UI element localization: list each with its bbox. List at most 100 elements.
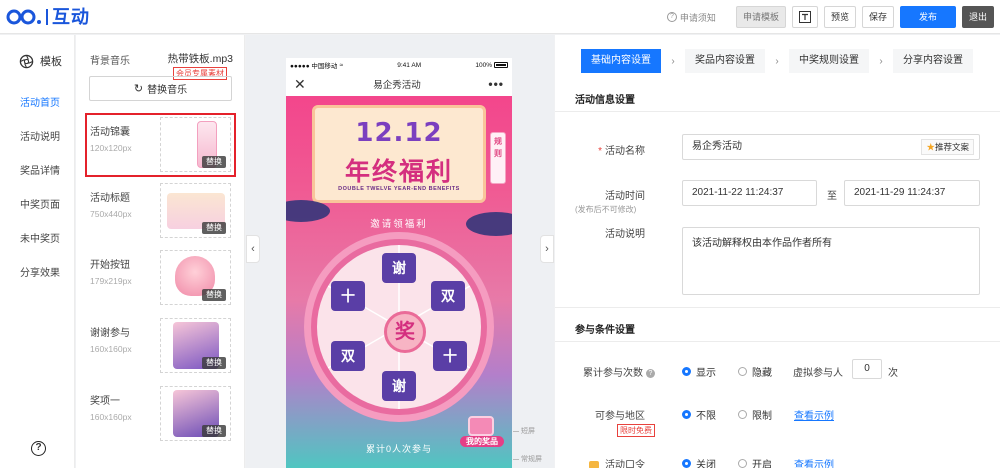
swap-button[interactable]: 替换 bbox=[202, 156, 226, 168]
start-button[interactable]: 奖 bbox=[384, 311, 426, 353]
key-icon bbox=[589, 461, 599, 468]
activity-poster: 12.12 年终福利 DOUBLE TWELVE YEAR-END BENEFI… bbox=[286, 96, 512, 468]
chevron-right-icon: › bbox=[775, 55, 779, 67]
rule-tag[interactable]: 规则 bbox=[490, 132, 506, 184]
apply-template-button[interactable]: 申请模板 bbox=[735, 6, 786, 28]
nav-item-share[interactable]: 分享效果 bbox=[0, 257, 74, 291]
region-limited-radio[interactable]: 限制 bbox=[738, 407, 772, 422]
my-prize-button[interactable]: 我的奖品 bbox=[460, 414, 504, 450]
divider bbox=[555, 307, 1000, 308]
start-time-input[interactable]: 2021-11-22 11:24:37 bbox=[682, 180, 817, 206]
material-thumbnail[interactable]: 替换 bbox=[160, 250, 231, 305]
lucky-wheel[interactable]: 谢 双 十 谢 双 十 奖 bbox=[304, 232, 494, 422]
to-label: 至 bbox=[827, 191, 837, 202]
more-icon[interactable]: ••• bbox=[488, 77, 504, 91]
count-show-radio[interactable]: 显示 bbox=[682, 364, 716, 379]
swap-button[interactable]: 替换 bbox=[202, 289, 226, 301]
text-tool-button[interactable] bbox=[791, 6, 818, 28]
password-on-radio[interactable]: 开启 bbox=[738, 456, 772, 468]
region-unlimited-radio[interactable]: 不限 bbox=[682, 407, 716, 422]
save-button[interactable]: 保存 bbox=[861, 6, 894, 28]
battery-icon bbox=[494, 62, 508, 68]
material-item-start-button[interactable]: 开始按钮 179x219px 替换 bbox=[89, 250, 232, 306]
nav-item-home[interactable]: 活动首页 bbox=[0, 87, 74, 121]
radio-unchecked-icon bbox=[738, 410, 747, 419]
material-thumbnail[interactable]: 替换 bbox=[160, 117, 231, 172]
count-hide-radio[interactable]: 隐藏 bbox=[738, 364, 772, 379]
logo: 互动 bbox=[6, 6, 90, 28]
required-mark: * bbox=[598, 146, 602, 157]
material-thumbnail[interactable]: 替换 bbox=[160, 318, 231, 373]
refresh-icon: ↻ bbox=[133, 83, 144, 95]
activity-desc-textarea[interactable]: 该活动解释权由本作品作者所有 bbox=[682, 227, 980, 295]
short-screen-marker: 短屏 bbox=[513, 426, 535, 436]
star-icon: ★ bbox=[926, 142, 935, 152]
template-nav-header[interactable]: 模板 bbox=[0, 35, 74, 87]
material-size: 160x160px bbox=[90, 412, 132, 422]
replace-music-button[interactable]: ↻ 替换音乐 bbox=[89, 76, 232, 101]
swap-button[interactable]: 替换 bbox=[202, 425, 226, 437]
marker-label: 短屏 bbox=[521, 428, 535, 435]
chevron-right-icon: › bbox=[671, 55, 675, 67]
material-item-title[interactable]: 活动标题 750x440px 替换 bbox=[89, 183, 232, 239]
material-name: 谢谢参与 bbox=[90, 328, 130, 339]
collapse-right-button[interactable]: › bbox=[540, 235, 554, 263]
preview-area: ‹ ●●●●● 中国移动 ≈ 9:41 AM 100% ✕ 易企秀活动 ••• … bbox=[246, 35, 554, 468]
material-item-tips[interactable]: 活动锦囊 120x120px 替换 bbox=[85, 113, 236, 177]
material-thumbnail[interactable]: 替换 bbox=[160, 386, 231, 441]
activity-name-value: 易企秀活动 bbox=[692, 141, 742, 152]
tab-share-content[interactable]: 分享内容设置 bbox=[893, 49, 973, 73]
chevron-right-icon: › bbox=[879, 55, 883, 67]
decor-tree bbox=[286, 200, 330, 222]
tab-prize-content[interactable]: 奖品内容设置 bbox=[685, 49, 765, 73]
swap-button[interactable]: 替换 bbox=[202, 222, 226, 234]
material-item-prize-one[interactable]: 奖项一 160x160px 替换 bbox=[89, 386, 232, 442]
question-icon[interactable]: ? bbox=[646, 368, 655, 378]
wheel-face: 谢 双 十 谢 双 十 奖 bbox=[317, 245, 481, 409]
nav-item-prize-details[interactable]: 奖品详情 bbox=[0, 155, 74, 189]
close-icon[interactable]: ✕ bbox=[294, 76, 306, 93]
music-file-name: 热带铁板.mp3 bbox=[167, 53, 233, 65]
material-panel: 背景音乐 热带铁板.mp3 会员专属素材 ↻ 替换音乐 活动锦囊 120x120… bbox=[76, 35, 245, 468]
title-banner[interactable]: 12.12 年终福利 DOUBLE TWELVE YEAR-END BENEFI… bbox=[312, 105, 486, 203]
wheel-prize: 双 bbox=[331, 341, 365, 371]
marker-label: 常规屏 bbox=[521, 456, 542, 463]
decor-tree bbox=[466, 212, 512, 236]
material-size: 179x219px bbox=[90, 276, 132, 286]
phone-title-bar: ✕ 易企秀活动 ••• bbox=[286, 72, 512, 96]
recommend-copy-button[interactable]: ★推荐文案 bbox=[921, 139, 974, 155]
wheel-prize: 十 bbox=[433, 341, 467, 371]
password-off-radio[interactable]: 关闭 bbox=[682, 456, 716, 468]
view-example-link[interactable]: 查看示例 bbox=[794, 456, 834, 468]
virtual-participants-label: 虚拟参与人 bbox=[793, 368, 843, 379]
swap-button[interactable]: 替换 bbox=[202, 357, 226, 369]
publish-button[interactable]: 发布 bbox=[899, 6, 956, 28]
tab-win-rules[interactable]: 中奖规则设置 bbox=[789, 49, 869, 73]
material-item-thanks[interactable]: 谢谢参与 160x160px 替换 bbox=[89, 318, 232, 374]
logo-icon bbox=[6, 9, 44, 25]
wheel-prize: 谢 bbox=[382, 371, 416, 401]
activity-name-input[interactable]: 易企秀活动 ★推荐文案 bbox=[682, 134, 980, 160]
end-time-input[interactable]: 2021-11-29 11:24:37 bbox=[844, 180, 980, 206]
virtual-participants-input[interactable]: 0 bbox=[852, 359, 882, 379]
help-icon[interactable]: ? bbox=[31, 441, 46, 456]
nav-item-lose-page[interactable]: 未中奖页 bbox=[0, 223, 74, 257]
help-link[interactable]: ? 申请须知 bbox=[666, 11, 716, 24]
wheel-prize: 谢 bbox=[382, 253, 416, 283]
material-thumbnail[interactable]: 替换 bbox=[160, 183, 231, 238]
nav-item-win-page[interactable]: 中奖页面 bbox=[0, 189, 74, 223]
view-example-link[interactable]: 查看示例 bbox=[794, 407, 834, 422]
nav-item-description[interactable]: 活动说明 bbox=[0, 121, 74, 155]
replace-music-label: 替换音乐 bbox=[147, 85, 188, 96]
my-prize-label: 我的奖品 bbox=[460, 436, 504, 447]
status-time: 9:41 AM bbox=[397, 61, 422, 69]
settings-panel: 基础内容设置 › 奖品内容设置 › 中奖规则设置 › 分享内容设置 活动信息设置… bbox=[555, 35, 1000, 468]
radio-checked-icon bbox=[682, 367, 691, 376]
tab-basic-content[interactable]: 基础内容设置 bbox=[581, 49, 661, 73]
divider bbox=[555, 111, 1000, 112]
left-nav: 模板 活动首页 活动说明 奖品详情 中奖页面 未中奖页 分享效果 ? bbox=[0, 35, 75, 468]
exit-button[interactable]: 退出 bbox=[961, 6, 994, 28]
normal-screen-marker: 常规屏 bbox=[513, 454, 542, 464]
preview-button[interactable]: 预览 bbox=[823, 6, 856, 28]
collapse-left-button[interactable]: ‹ bbox=[246, 235, 260, 263]
